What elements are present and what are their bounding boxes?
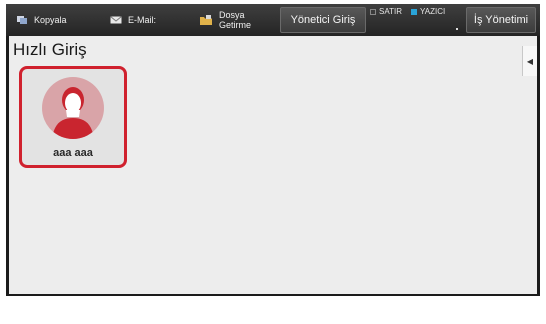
- printer-status-square: [411, 8, 417, 15]
- page-title: Hızlı Giriş: [13, 40, 87, 59]
- indicator-dot: [456, 28, 458, 30]
- line-status-square: [370, 8, 376, 15]
- user-name: aaa aaa: [53, 147, 93, 159]
- job-management-button[interactable]: İş Yönetimi: [466, 7, 536, 33]
- status-printer-label: YAZICI: [420, 7, 446, 16]
- copy-shortcut[interactable]: Kopyala: [16, 4, 67, 36]
- user-silhouette-icon: [52, 87, 94, 139]
- top-toolbar: Kopyala E-Mail: Dosya Getirme Yönetici G…: [6, 4, 540, 36]
- device-screen: Kopyala E-Mail: Dosya Getirme Yönetici G…: [6, 4, 540, 296]
- file-retrieval-label-line1: Dosya: [219, 10, 245, 20]
- email-label: E-Mail:: [128, 15, 157, 25]
- file-retrieval-shortcut[interactable]: Dosya Getirme: [199, 4, 251, 36]
- envelope-icon: [110, 16, 122, 24]
- user-card[interactable]: aaa aaa: [19, 66, 127, 168]
- chevron-left-icon: ◀: [526, 56, 534, 66]
- folder-icon: [200, 15, 212, 25]
- file-retrieval-label-line2: Getirme: [219, 20, 252, 30]
- file-retrieval-label: Dosya Getirme: [219, 10, 251, 30]
- avatar: [42, 77, 104, 139]
- email-shortcut[interactable]: E-Mail:: [110, 4, 156, 36]
- admin-login-button[interactable]: Yönetici Giriş: [280, 7, 366, 33]
- side-panel-toggle[interactable]: ◀: [522, 46, 537, 76]
- admin-login-label: Yönetici Giriş: [290, 14, 356, 26]
- status-line-label: SATIR: [379, 7, 402, 16]
- status-line-indicator: SATIR: [370, 7, 402, 16]
- main-content: Hızlı Giriş aaa aaa ◀: [9, 36, 537, 294]
- copy-icon: [17, 16, 27, 24]
- status-printer-indicator: YAZICI: [411, 7, 445, 16]
- copy-label: Kopyala: [34, 15, 67, 25]
- job-management-label: İş Yönetimi: [473, 14, 529, 26]
